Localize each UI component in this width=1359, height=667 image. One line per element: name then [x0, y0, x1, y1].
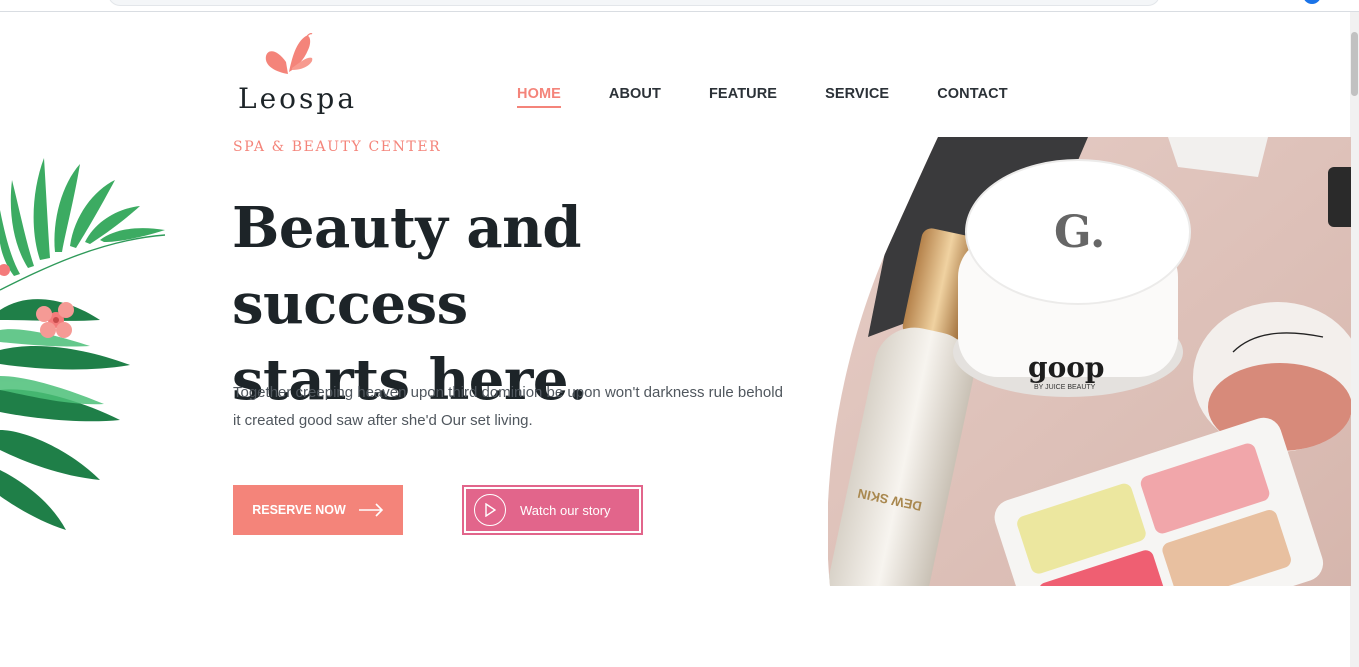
jar-letter-text: G. [1054, 207, 1105, 258]
hero-eyebrow: SPA & BEAUTY CENTER [233, 139, 442, 155]
site-logo[interactable]: Leospa [232, 32, 354, 115]
nav-item-service[interactable]: SERVICE [825, 86, 889, 108]
brand-wordmark: Leospa [238, 82, 358, 115]
hero-product-image: DEW SKIN G. goop BY JUICE BEAUTY [828, 137, 1351, 586]
tropical-leaves-illustration [0, 158, 166, 530]
watch-story-label: Watch our story [520, 502, 611, 518]
main-nav: HOME ABOUT FEATURE SERVICE CONTACT [517, 86, 1008, 108]
jar-brand-text: goop [1028, 351, 1105, 384]
nav-item-about[interactable]: ABOUT [609, 86, 661, 108]
browser-top-edge [0, 0, 1359, 12]
reserve-now-label: RESERVE NOW [252, 503, 346, 517]
scrollbar-thumb[interactable] [1351, 32, 1358, 96]
nav-item-contact[interactable]: CONTACT [937, 86, 1008, 108]
jar-sub-text: BY JUICE BEAUTY [1034, 384, 1096, 391]
watch-story-inner: Watch our story [466, 489, 639, 531]
nav-item-feature[interactable]: FEATURE [709, 86, 777, 108]
watch-story-button[interactable]: Watch our story [462, 485, 643, 535]
nav-item-home[interactable]: HOME [517, 86, 561, 108]
address-bar[interactable] [108, 0, 1160, 6]
profile-avatar-icon[interactable] [1303, 0, 1321, 4]
hero-headline-line1: Beauty and success [232, 195, 582, 337]
reserve-now-button[interactable]: RESERVE NOW [233, 485, 403, 535]
hero-description: Together creeping heaven upon third domi… [233, 384, 783, 429]
scrollbar[interactable] [1350, 12, 1359, 667]
arrow-right-icon [358, 503, 383, 517]
butterfly-icon [265, 33, 313, 74]
play-icon [474, 494, 506, 526]
